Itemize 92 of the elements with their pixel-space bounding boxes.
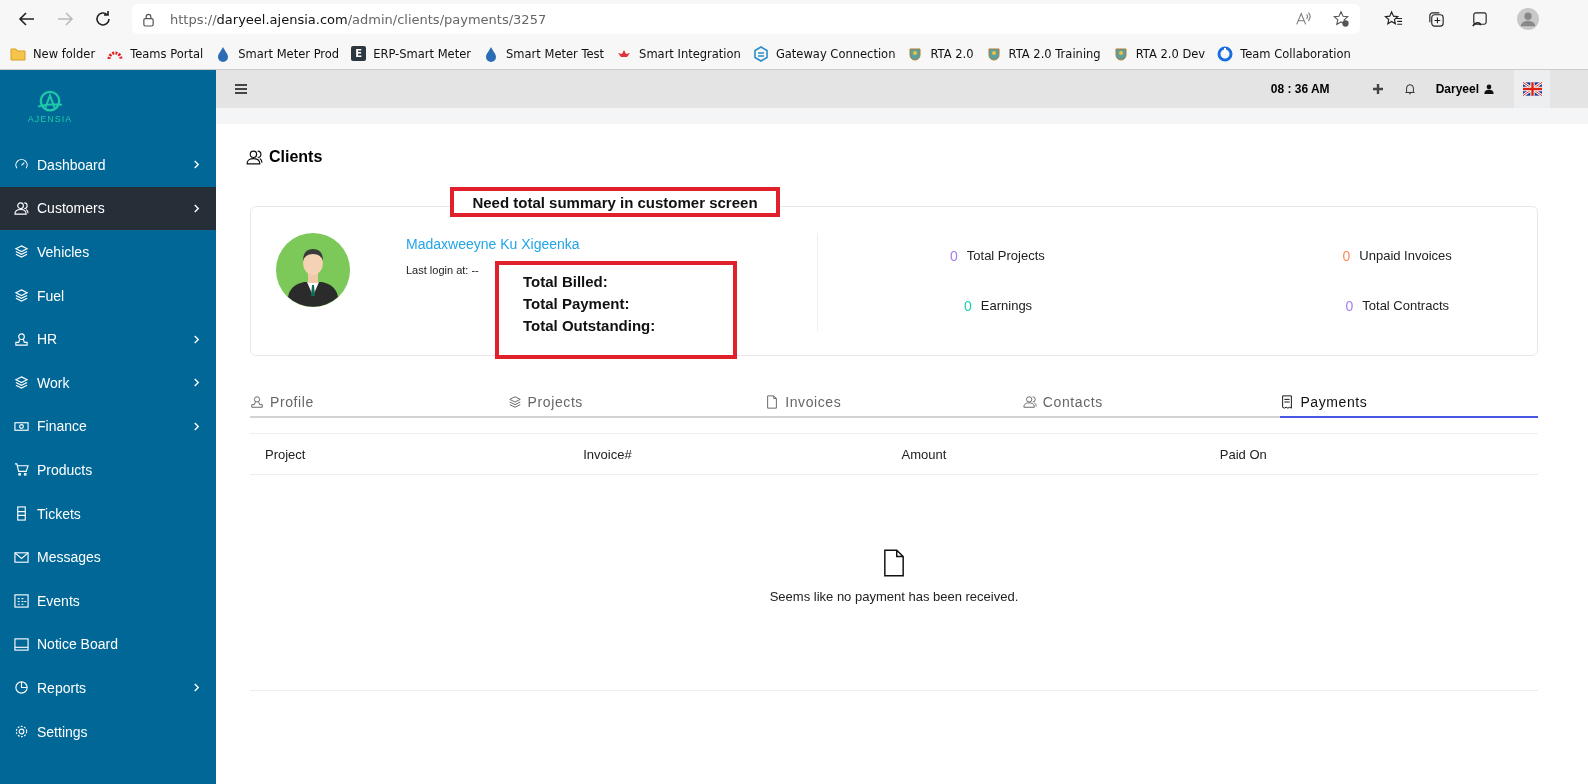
bookmark[interactable]: RTA 2.0 Dev	[1112, 45, 1206, 62]
address-bar[interactable]: https://daryeel.ajensia.com/admin/clients/payments/3257	[132, 4, 1360, 34]
pie-chart-icon	[14, 680, 29, 696]
sidebar-item[interactable]: Work	[0, 360, 216, 405]
layers-icon	[14, 288, 29, 304]
layers-icon	[14, 375, 29, 391]
users-icon	[246, 148, 263, 166]
layers-icon	[507, 395, 522, 409]
sidebar-item[interactable]: Messages	[0, 535, 216, 579]
sidebar-item[interactable]: Vehicles	[0, 230, 216, 274]
crest-icon	[907, 45, 924, 62]
bookmark[interactable]: Team Collaboration	[1217, 45, 1351, 62]
logo-icon	[35, 89, 65, 114]
tab[interactable]: Invoices	[765, 394, 1023, 418]
document-icon	[765, 395, 780, 409]
board-icon	[14, 636, 29, 652]
last-login-text: Last login at: --	[406, 264, 480, 276]
sidebar-item[interactable]: Settings	[0, 709, 216, 754]
bookmark[interactable]: Gateway Connection	[752, 45, 896, 62]
annotation-callout: Need total summary in customer screen	[450, 187, 780, 217]
stat-label: Earnings	[980, 298, 1033, 314]
tab[interactable]: Payments	[1280, 394, 1538, 418]
settings-icon	[14, 724, 29, 739]
sidebar-item[interactable]: Notice Board	[0, 622, 216, 667]
user-icon	[14, 331, 29, 347]
annotation-text: Total Billed:	[523, 272, 609, 292]
bookmark[interactable]: Teams Portal	[107, 45, 204, 62]
water-drop-icon	[483, 45, 499, 62]
stat-value: 0	[950, 248, 958, 264]
plus-icon[interactable]	[1371, 83, 1384, 95]
receipt-icon	[1280, 395, 1295, 409]
stat-label: Total Projects	[966, 248, 1045, 264]
bookmark[interactable]: Smart Integration	[616, 45, 741, 62]
bookmark[interactable]: E ERP-Smart Meter	[351, 46, 471, 61]
lock-icon	[142, 11, 155, 27]
ticket-icon	[14, 506, 29, 522]
sidebar-item[interactable]: Fuel	[0, 273, 216, 318]
sidebar-item[interactable]: HR	[0, 317, 216, 361]
stat-label: Total Contracts	[1362, 298, 1449, 314]
column-header: Project	[265, 446, 307, 462]
letter-icon: E	[351, 46, 367, 61]
layers-icon	[14, 244, 29, 260]
hexagon-icon	[752, 45, 769, 62]
sidebar-item[interactable]: Reports	[0, 666, 216, 710]
bookmark[interactable]: Smart Meter Prod	[215, 45, 340, 62]
annotation-text: Total Outstanding:	[523, 316, 657, 336]
bookmark[interactable]: Smart Meter Test	[483, 45, 605, 62]
document-icon	[883, 549, 905, 577]
bookmark[interactable]: RTA 2.0	[907, 45, 974, 62]
sidebar-item[interactable]: Products	[0, 448, 216, 492]
profile-avatar-icon[interactable]	[1517, 8, 1539, 30]
users-icon	[14, 200, 29, 216]
sidebar-item[interactable]: Tickets	[0, 491, 216, 536]
stat-label: Unpaid Invoices	[1359, 248, 1452, 264]
sidebar-item[interactable]: Customers	[0, 186, 216, 231]
logo-text: AJENSIA	[27, 113, 73, 124]
cart-icon	[14, 462, 29, 478]
folder-icon	[10, 45, 26, 62]
notification-bell-icon[interactable]	[1403, 83, 1416, 95]
crest-icon	[1112, 45, 1129, 62]
annotation-text: Total Payment:	[523, 294, 631, 314]
tab[interactable]: Contacts	[1022, 394, 1281, 418]
ring-icon	[1217, 45, 1234, 62]
stat-value: 0	[964, 298, 972, 314]
add-favorite-icon[interactable]	[1332, 10, 1350, 28]
users-icon	[1022, 395, 1037, 409]
user-icon	[250, 395, 264, 409]
empty-state-message: Seems like no payment has been received.	[769, 589, 1019, 604]
column-header: Paid On	[1219, 446, 1268, 462]
bookmark[interactable]: New folder	[10, 45, 96, 62]
tab[interactable]: Projects	[507, 394, 766, 418]
crest-icon	[985, 45, 1002, 62]
envelope-icon	[14, 549, 29, 565]
bookmark[interactable]: RTA 2.0 Training	[985, 45, 1101, 62]
user-icon	[1484, 84, 1494, 94]
stat-value: 0	[1345, 298, 1354, 314]
stat-value: 0	[1342, 248, 1351, 264]
page-title: Clients	[269, 148, 323, 166]
flag-icon[interactable]	[1522, 82, 1542, 96]
sidebar-item[interactable]: Dashboard	[0, 143, 216, 187]
collections-icon[interactable]	[1427, 9, 1446, 29]
reload-icon[interactable]	[93, 9, 113, 29]
sidebar-item[interactable]: Events	[0, 578, 216, 623]
menu-icon[interactable]	[235, 84, 247, 94]
browser-essentials-icon[interactable]	[1470, 9, 1489, 29]
clock-time: 08 : 36 AM	[1270, 82, 1330, 96]
sidebar-item[interactable]: Finance	[0, 404, 216, 449]
tab[interactable]: Profile	[250, 394, 508, 418]
column-header: Invoice#	[583, 446, 633, 462]
user-menu[interactable]: Daryeel	[1435, 82, 1479, 96]
calendar-icon	[14, 593, 29, 609]
column-header: Amount	[901, 446, 948, 462]
